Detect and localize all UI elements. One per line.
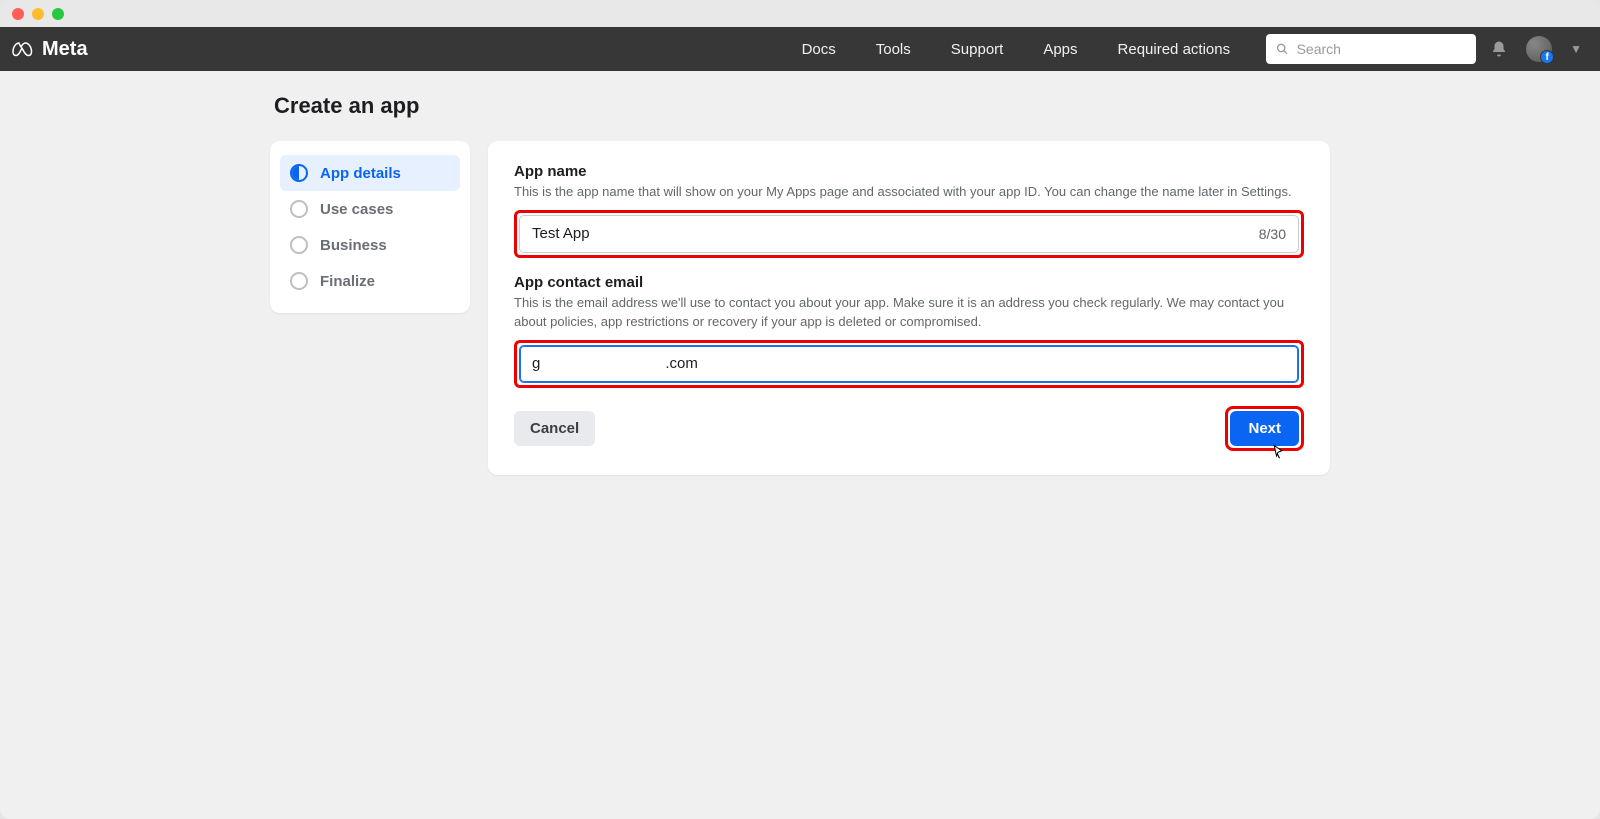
step-circle-icon xyxy=(290,200,308,218)
nav-apps[interactable]: Apps xyxy=(1043,41,1077,58)
step-circle-icon xyxy=(290,164,308,182)
step-circle-icon xyxy=(290,272,308,290)
app-name-highlight: 8/30 xyxy=(514,210,1304,258)
window-zoom-icon[interactable] xyxy=(52,8,64,20)
window-close-icon[interactable] xyxy=(12,8,24,20)
app-name-label: App name xyxy=(514,163,1304,180)
app-name-input[interactable] xyxy=(532,225,1251,242)
avatar[interactable]: f xyxy=(1526,36,1552,62)
cancel-button[interactable]: Cancel xyxy=(514,411,595,446)
app-email-input[interactable] xyxy=(532,355,1286,372)
nav-required-actions[interactable]: Required actions xyxy=(1118,41,1231,58)
form-card: App name This is the app name that will … xyxy=(488,141,1330,475)
step-label: Finalize xyxy=(320,273,375,290)
search-icon xyxy=(1276,42,1288,56)
meta-logo[interactable]: Meta xyxy=(12,37,88,61)
field-app-name: App name This is the app name that will … xyxy=(514,163,1304,258)
app-email-desc: This is the email address we'll use to c… xyxy=(514,294,1304,332)
step-circle-icon xyxy=(290,236,308,254)
search-input[interactable] xyxy=(1297,41,1467,57)
step-label: Business xyxy=(320,237,387,254)
cursor-icon xyxy=(1269,444,1287,462)
top-nav: Meta Docs Tools Support Apps Required ac… xyxy=(0,27,1600,71)
nav-links: Docs Tools Support Apps Required actions xyxy=(802,41,1231,58)
step-use-cases[interactable]: Use cases xyxy=(280,191,460,227)
search-box[interactable] xyxy=(1266,34,1476,64)
step-label: Use cases xyxy=(320,201,393,218)
step-business[interactable]: Business xyxy=(280,227,460,263)
steps-sidebar: App details Use cases Business Finalize xyxy=(270,141,470,313)
field-app-email: App contact email This is the email addr… xyxy=(514,274,1304,388)
nav-tools[interactable]: Tools xyxy=(876,41,911,58)
page-title: Create an app xyxy=(274,93,1330,119)
window-traffic-lights[interactable] xyxy=(12,8,64,20)
app-name-char-count: 8/30 xyxy=(1259,226,1286,242)
next-button[interactable]: Next xyxy=(1230,411,1299,446)
chevron-down-icon[interactable]: ▼ xyxy=(1570,42,1582,56)
step-label: App details xyxy=(320,165,401,182)
step-app-details[interactable]: App details xyxy=(280,155,460,191)
nav-docs[interactable]: Docs xyxy=(802,41,836,58)
next-button-highlight: Next xyxy=(1225,406,1304,451)
window-minimize-icon[interactable] xyxy=(32,8,44,20)
brand-name: Meta xyxy=(42,38,88,61)
facebook-badge-icon: f xyxy=(1540,50,1554,64)
app-email-highlight xyxy=(514,340,1304,388)
notifications-icon[interactable] xyxy=(1490,40,1508,58)
step-finalize[interactable]: Finalize xyxy=(280,263,460,299)
meta-logo-icon xyxy=(12,37,36,61)
nav-support[interactable]: Support xyxy=(951,41,1004,58)
app-email-label: App contact email xyxy=(514,274,1304,291)
page-body: Create an app App details Use cases Busi… xyxy=(0,71,1600,819)
app-name-desc: This is the app name that will show on y… xyxy=(514,183,1304,202)
